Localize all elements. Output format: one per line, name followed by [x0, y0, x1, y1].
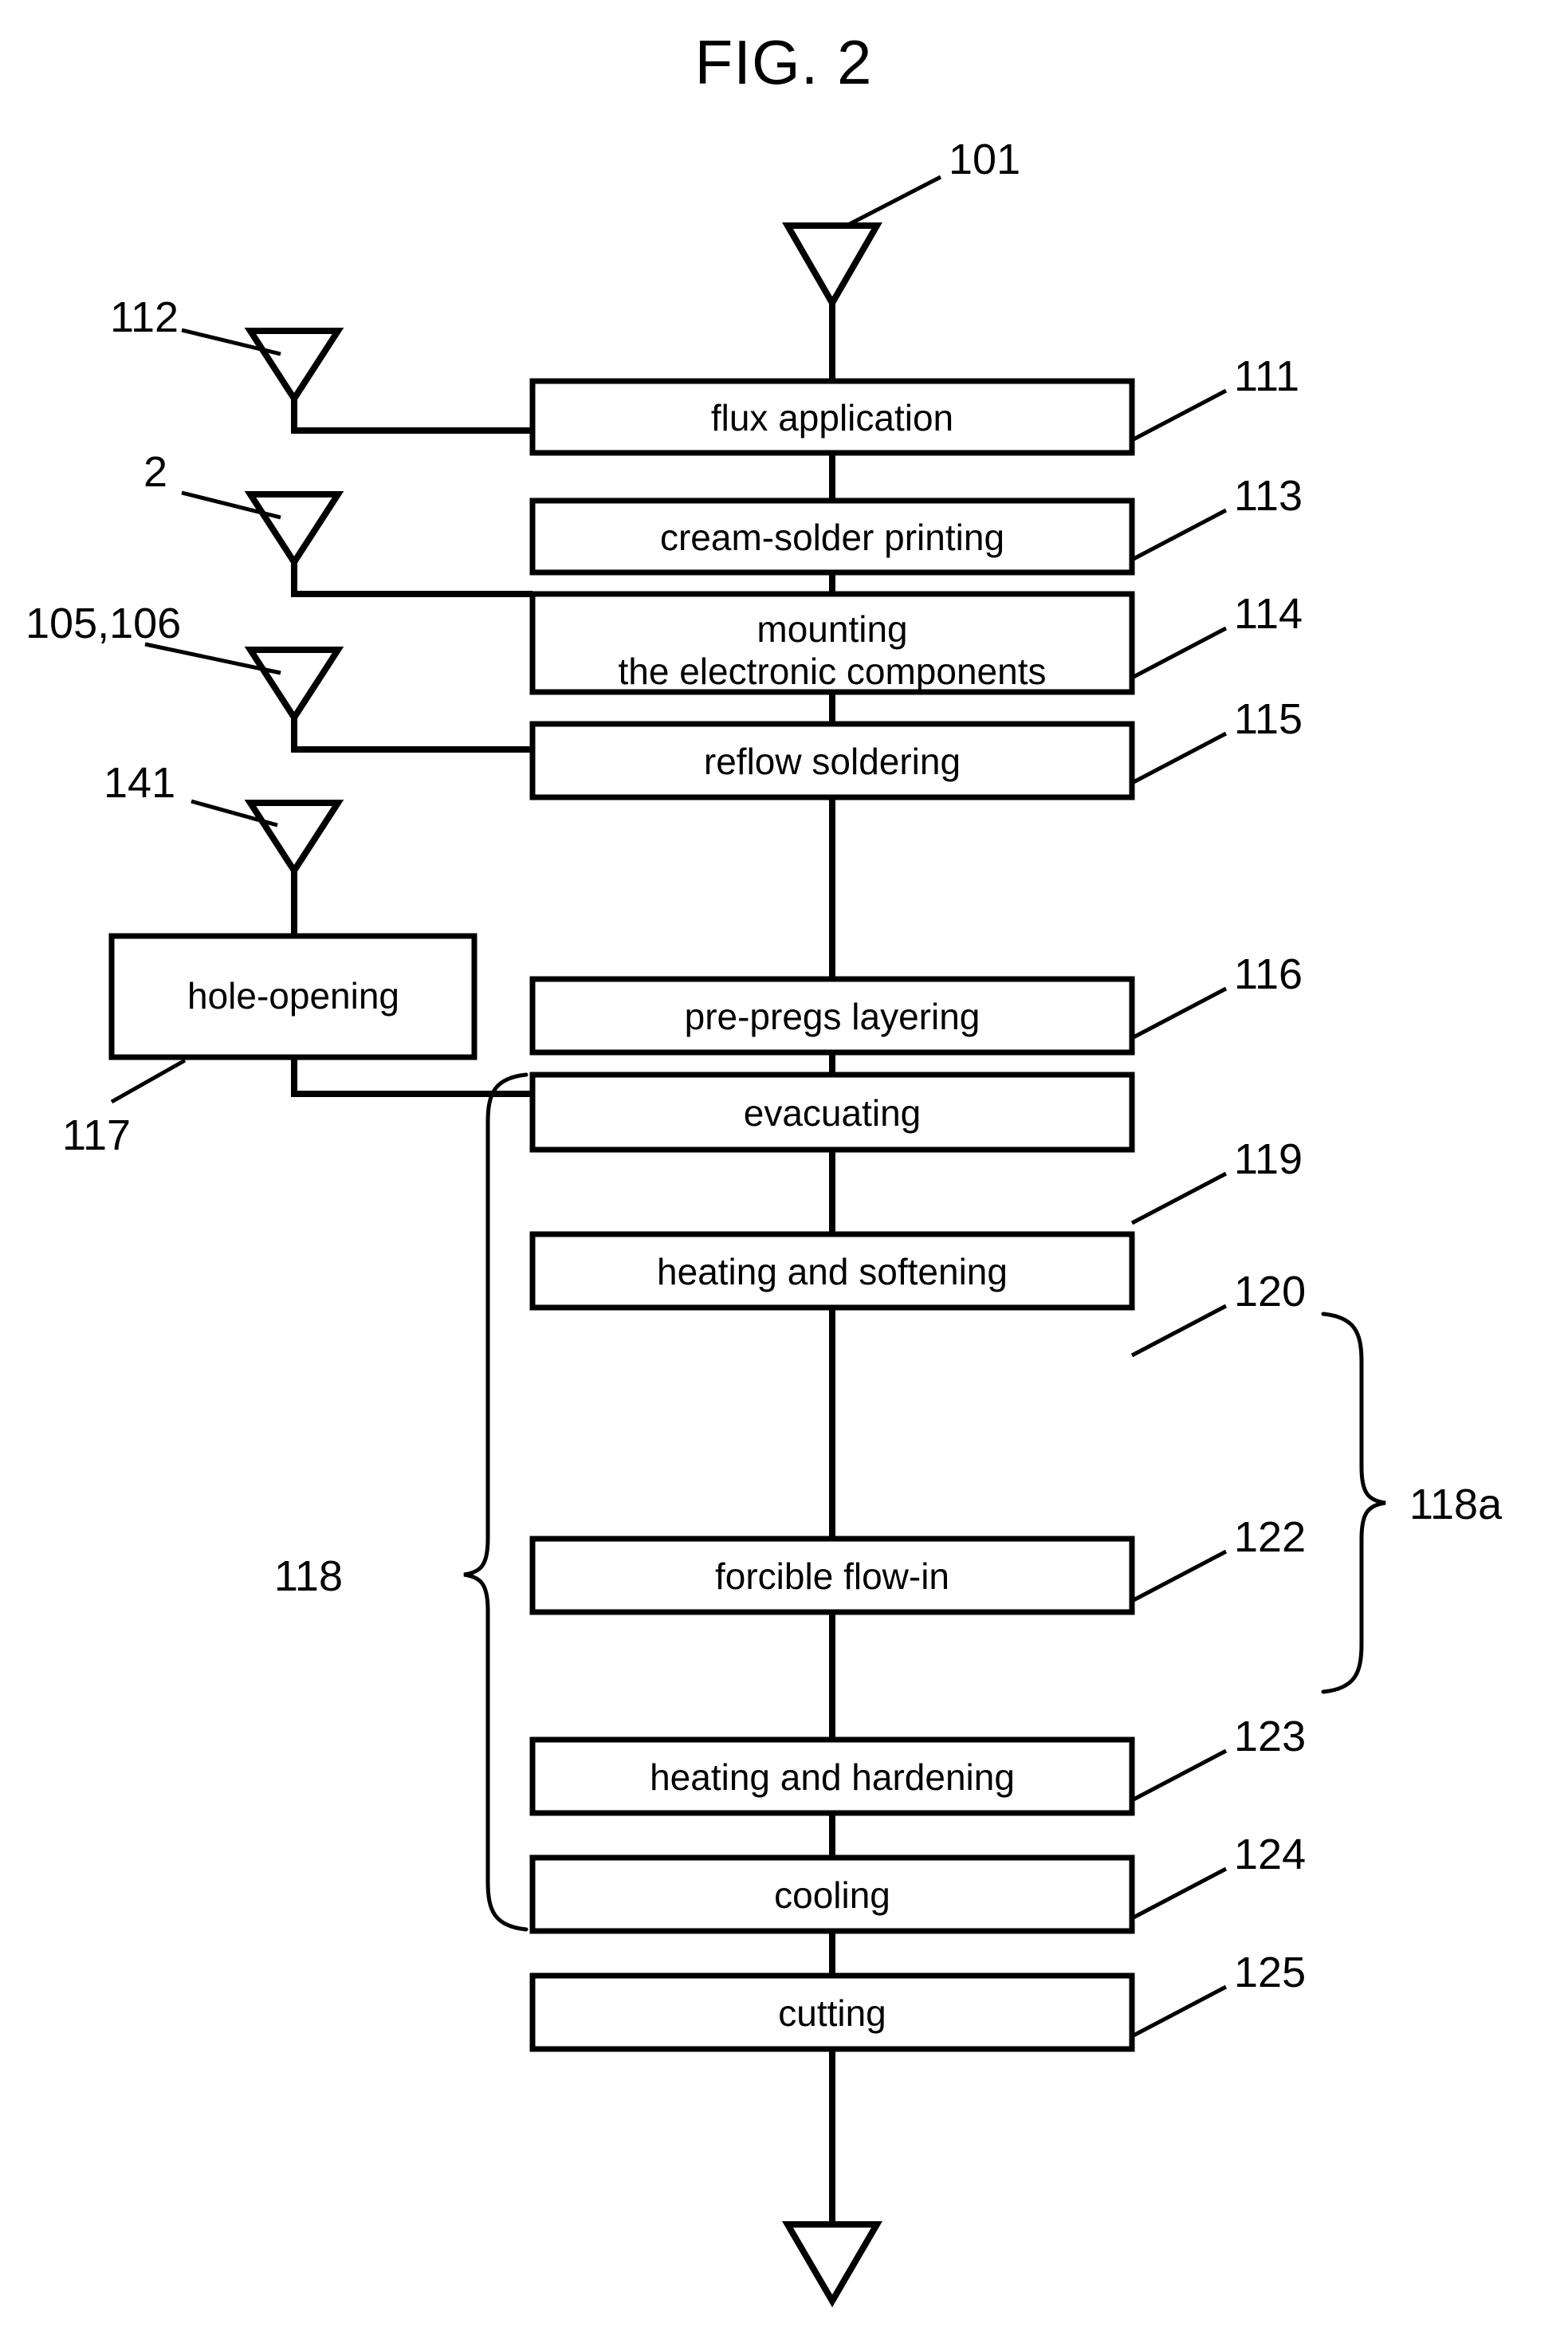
brace-118a: [1321, 1312, 1386, 1694]
ref-numeral-2: 2: [143, 448, 167, 496]
box-label-line2: the electronic components: [619, 651, 1047, 692]
process-box-hole-opening[interactable]: hole-opening: [108, 933, 477, 1060]
process-box-cream-solder-printing[interactable]: cream-solder printing: [529, 498, 1135, 576]
process-box-forcible-flow-in[interactable]: forcible flow-in: [529, 1536, 1135, 1615]
input-triangle-112[interactable]: [244, 328, 344, 405]
leader-119: [1130, 1171, 1228, 1225]
leader-125: [1130, 1984, 1228, 2039]
box-label: evacuating: [744, 1092, 922, 1134]
ref-numeral-101: 101: [949, 136, 1020, 183]
ref-numeral-119: 119: [1234, 1135, 1303, 1183]
figure-canvas: FIG. 2 flux application cream-solder pri…: [0, 0, 1568, 2344]
triangle-icon: [782, 222, 882, 310]
ref-numeral-118: 118: [274, 1552, 343, 1600]
box-label: heating and hardening: [650, 1756, 1015, 1798]
ref-numeral-125: 125: [1234, 1949, 1306, 1996]
leader-113: [1130, 508, 1228, 562]
process-box-mounting-electronic-components[interactable]: mounting the electronic components: [529, 591, 1135, 695]
ref-numeral-124: 124: [1234, 1831, 1306, 1878]
process-box-cooling[interactable]: cooling: [529, 1854, 1135, 1934]
brace-118: [463, 1072, 529, 1932]
ref-numeral-123: 123: [1234, 1713, 1306, 1760]
feed-path-112: [291, 399, 532, 434]
ref-numeral-114: 114: [1234, 590, 1303, 638]
box-label: pre-pregs layering: [685, 996, 980, 1037]
leader-124: [1130, 1866, 1228, 1921]
leader-116: [1130, 986, 1228, 1040]
ref-numeral-113: 113: [1234, 472, 1303, 520]
output-triangle[interactable]: [782, 2221, 882, 2307]
box-label: flux application: [711, 397, 953, 439]
ref-numeral-117: 117: [62, 1111, 131, 1159]
box-label: forcible flow-in: [715, 1555, 949, 1597]
leader-111: [1130, 388, 1228, 442]
box-label: heating and softening: [657, 1251, 1008, 1292]
ref-numeral-115: 115: [1234, 695, 1303, 743]
ref-numeral-116: 116: [1234, 950, 1303, 998]
process-box-pre-pregs-layering[interactable]: pre-pregs layering: [529, 976, 1135, 1056]
input-triangle-2[interactable]: [244, 491, 344, 568]
leader-115: [1130, 731, 1228, 785]
leader-114: [1130, 626, 1228, 680]
feed-path-105-106: [291, 718, 532, 753]
ref-numeral-141: 141: [104, 759, 175, 807]
ref-numeral-112: 112: [110, 293, 179, 341]
triangle-icon: [244, 800, 344, 877]
leader-122: [1130, 1549, 1228, 1603]
process-box-evacuating[interactable]: evacuating: [529, 1072, 1135, 1153]
box-label: cream-solder printing: [660, 517, 1004, 558]
leader-123: [1130, 1748, 1228, 1803]
process-box-reflow-soldering[interactable]: reflow soldering: [529, 721, 1135, 800]
figure-title: FIG. 2: [695, 27, 873, 97]
leader-117: [110, 1058, 187, 1104]
feed-path-2: [291, 562, 532, 597]
process-box-flux-application[interactable]: flux application: [529, 378, 1135, 456]
ref-numeral-122: 122: [1234, 1513, 1306, 1561]
leader-120: [1130, 1304, 1228, 1358]
input-triangle-101[interactable]: [782, 222, 882, 310]
box-label-line1: mounting: [756, 608, 907, 650]
box-label: cutting: [778, 1992, 886, 2034]
triangle-icon: [782, 2221, 882, 2307]
process-box-heating-and-hardening[interactable]: heating and hardening: [529, 1736, 1135, 1816]
ref-numeral-118a: 118a: [1409, 1481, 1503, 1528]
ref-numeral-120: 120: [1234, 1268, 1306, 1316]
ref-numeral-111: 111: [1234, 352, 1299, 400]
leader-101: [843, 175, 942, 229]
process-box-heating-and-softening[interactable]: heating and softening: [529, 1231, 1135, 1311]
box-label: reflow soldering: [704, 741, 961, 782]
box-label: cooling: [774, 1874, 890, 1916]
triangle-icon: [244, 328, 344, 405]
input-triangle-141[interactable]: [244, 800, 344, 877]
process-box-cutting[interactable]: cutting: [529, 1972, 1135, 2052]
triangle-icon: [244, 647, 344, 724]
ref-numeral-105-106: 105,106: [26, 600, 181, 647]
patent-flowchart-svg: FIG. 2 flux application cream-solder pri…: [26, 27, 1503, 2307]
triangle-icon: [244, 491, 344, 568]
input-triangle-105-106[interactable]: [244, 647, 344, 724]
box-label: hole-opening: [187, 975, 399, 1017]
